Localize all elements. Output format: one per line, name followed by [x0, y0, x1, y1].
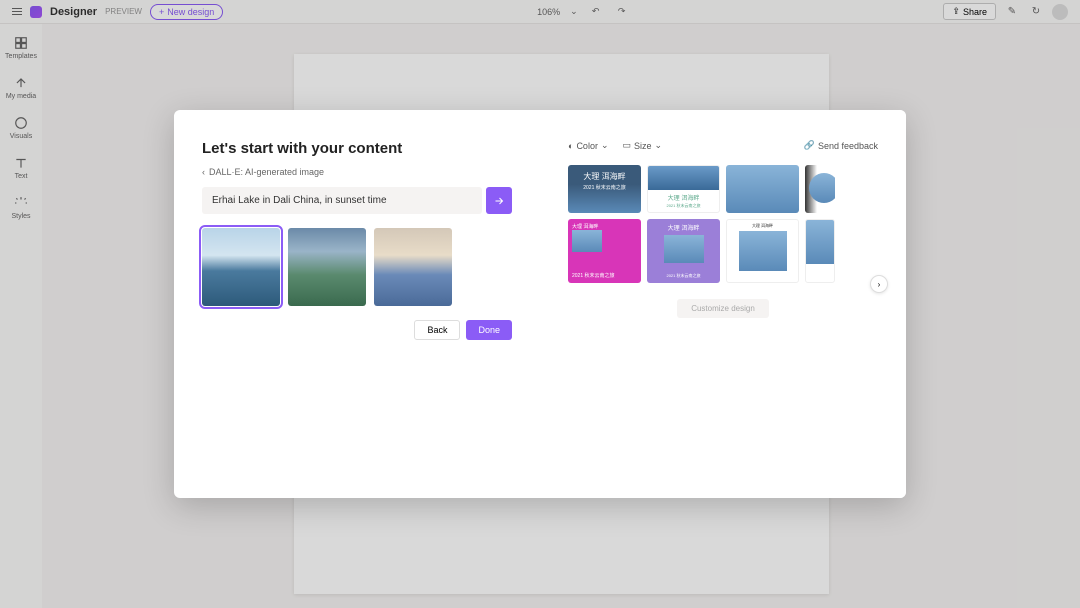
color-label: Color	[576, 141, 598, 151]
breadcrumb[interactable]: ‹ DALL·E: AI-generated image	[202, 167, 512, 177]
template-title: 大理 洱海畔	[572, 223, 637, 230]
template-sub: 2021 秋末云南之旅	[666, 273, 700, 279]
generated-image-3[interactable]	[374, 228, 452, 306]
palette-icon: ◐	[568, 141, 573, 151]
modal-right-panel: ◐ Color ⌄ ▭ Size ⌄ 🔗 Send feedback 大理 洱海…	[540, 110, 906, 498]
modal-title: Let's start with your content	[202, 140, 512, 157]
arrow-right-icon	[493, 195, 505, 207]
template-sub: 2021 秋末云南之旅	[572, 272, 637, 279]
modal-overlay: Let's start with your content ‹ DALL·E: …	[0, 0, 1080, 608]
template-sub: 2021 秋末云南之旅	[666, 203, 700, 209]
prompt-input[interactable]	[202, 187, 482, 214]
template-card[interactable]: 大理 洱海畔	[726, 219, 799, 283]
generated-image-2[interactable]	[288, 228, 366, 306]
feedback-label: Send feedback	[818, 141, 878, 151]
template-title: 大理 洱海畔	[752, 223, 773, 229]
back-button[interactable]: Back	[414, 320, 460, 340]
send-feedback-link[interactable]: 🔗 Send feedback	[804, 140, 878, 151]
breadcrumb-label: DALL·E: AI-generated image	[209, 167, 324, 177]
size-icon: ▭	[623, 140, 632, 151]
template-title: 大理 洱海畔	[583, 171, 625, 182]
template-sub: 2021 秋末云南之旅	[583, 184, 626, 191]
template-card[interactable]: 大理 洱海畔 2021 秋末云南之旅	[647, 219, 720, 283]
chevron-left-icon: ‹	[202, 167, 205, 177]
link-icon: 🔗	[804, 140, 815, 151]
template-card[interactable]	[726, 165, 799, 213]
template-card[interactable]: 大理 洱海畔 2021 秋末云南之旅	[647, 165, 720, 213]
template-card[interactable]	[805, 219, 835, 283]
done-button[interactable]: Done	[466, 320, 512, 340]
size-dropdown[interactable]: ▭ Size ⌄	[623, 140, 663, 151]
customize-design-button[interactable]: Customize design	[677, 299, 769, 318]
next-arrow-button[interactable]: ›	[870, 275, 888, 293]
template-card[interactable]	[805, 165, 835, 213]
prompt-submit-button[interactable]	[486, 187, 512, 214]
color-dropdown[interactable]: ◐ Color ⌄	[568, 140, 609, 151]
template-card[interactable]: 大理 洱海畔 2021 秋末云南之旅	[568, 219, 641, 283]
content-modal: Let's start with your content ‹ DALL·E: …	[174, 110, 906, 498]
template-title: 大理 洱海畔	[668, 193, 700, 202]
modal-left-panel: Let's start with your content ‹ DALL·E: …	[174, 110, 540, 498]
template-card[interactable]: 大理 洱海畔 2021 秋末云南之旅	[568, 165, 641, 213]
chevron-down-icon: ⌄	[601, 140, 609, 151]
chevron-right-icon: ›	[878, 280, 881, 289]
size-label: Size	[634, 141, 652, 151]
template-title: 大理 洱海畔	[668, 223, 700, 232]
chevron-down-icon: ⌄	[655, 140, 663, 151]
templates-grid: 大理 洱海畔 2021 秋末云南之旅 大理 洱海畔 2021 秋末云南之旅 大理…	[568, 165, 878, 283]
generated-image-1[interactable]	[202, 228, 280, 306]
